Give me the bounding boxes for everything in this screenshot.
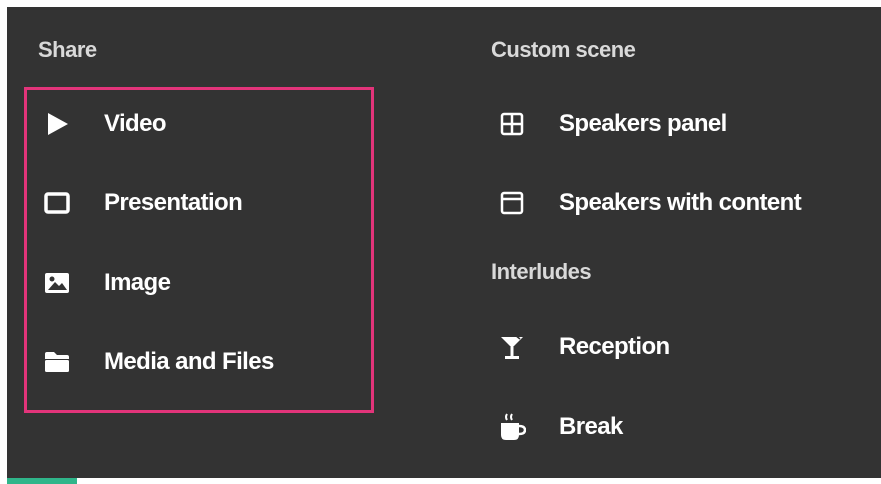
grid-icon — [495, 107, 529, 141]
share-item-label: Media and Files — [104, 348, 274, 375]
scene-menu-panel: Share Video Presentation Image Media and… — [7, 7, 881, 478]
custom-scene-section-title: Custom scene — [491, 37, 636, 62]
share-item-presentation[interactable]: Presentation — [40, 179, 243, 227]
image-icon — [40, 266, 74, 300]
screen-icon — [40, 186, 74, 220]
custom-scene-item-speakers-panel[interactable]: Speakers panel — [495, 100, 727, 148]
share-item-video[interactable]: Video — [40, 100, 167, 148]
interludes-item-label: Reception — [559, 333, 670, 360]
cocktail-icon — [495, 330, 529, 364]
folder-icon — [40, 345, 74, 379]
share-item-label: Video — [104, 110, 167, 137]
share-item-image[interactable]: Image — [40, 259, 171, 307]
custom-scene-item-label: Speakers panel — [559, 110, 727, 137]
share-item-label: Presentation — [104, 189, 243, 216]
share-section-title: Share — [38, 37, 97, 62]
interludes-section-title: Interludes — [491, 259, 592, 284]
custom-scene-item-label: Speakers with content — [559, 189, 802, 216]
coffee-icon — [495, 410, 529, 444]
layout-icon — [495, 186, 529, 220]
share-item-label: Image — [104, 269, 171, 296]
interludes-item-label: Break — [559, 413, 623, 440]
interludes-item-break[interactable]: Break — [495, 403, 623, 451]
play-icon — [40, 107, 74, 141]
share-item-media-files[interactable]: Media and Files — [40, 338, 274, 386]
interludes-item-reception[interactable]: Reception — [495, 323, 670, 371]
bottom-accent-bar — [7, 478, 77, 484]
custom-scene-item-speakers-with-content[interactable]: Speakers with content — [495, 179, 802, 227]
